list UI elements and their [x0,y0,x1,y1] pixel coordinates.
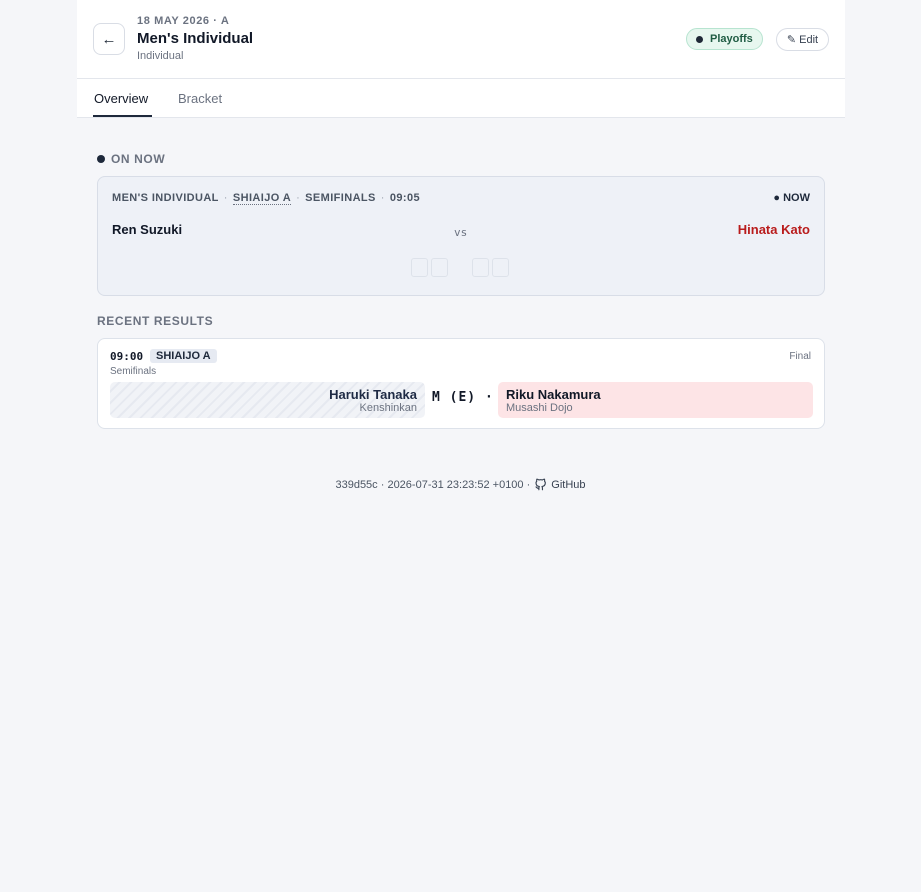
recent-results-heading: RECENT RESULTS [97,314,213,328]
left-competitor-name: Haruki Tanaka [329,387,417,402]
match-court[interactable]: SHIAIJO A [232,192,292,205]
github-label[interactable]: GitHub [551,479,585,491]
result-time: 09:00 [110,350,144,363]
meta-separator: · [380,192,385,204]
left-player-name: Ren Suzuki [112,222,183,237]
result-round: Semifinals [110,366,157,377]
right-competitor: Riku Nakamura Musashi Dojo [498,382,813,418]
arrow-left-icon: ← [101,30,117,48]
result-court-badge: SHIAIJO A [150,349,217,363]
match-meta: MEN'S INDIVIDUAL · SHIAIJO A · SEMIFINAL… [112,192,420,205]
live-dot-icon [97,155,105,163]
match-time: 09:05 [389,192,420,204]
left-competitor-dojo: Kenshinkan [359,402,418,414]
tab-overview[interactable]: Overview [94,91,148,106]
event-meta: 18 MAY 2026 · A [137,15,230,27]
page-title: Men's Individual [137,30,254,47]
score-slot [472,258,489,277]
on-now-label: ON NOW [111,152,166,166]
phase-badge-label: Playoffs [710,33,753,45]
status-dot-icon [696,35,703,43]
on-now-match-card[interactable]: MEN'S INDIVIDUAL · SHIAIJO A · SEMIFINAL… [97,176,825,296]
active-tab-indicator [93,115,152,117]
result-score: M (E) · [432,390,494,405]
right-competitor-dojo: Musashi Dojo [506,402,573,414]
on-now-heading: ON NOW [97,152,165,166]
edit-button[interactable]: ✎ Edit [776,28,829,51]
meta-separator: · [296,192,301,204]
footer: 339d55c · 2026-07-31 23:23:52 +0100 · Gi… [0,478,921,491]
right-player-name: Hinata Kato [737,222,810,237]
github-link[interactable]: GitHub [534,478,586,491]
github-icon [535,478,547,491]
back-button[interactable]: ← [93,23,125,55]
build-info: 339d55c · 2026-07-31 23:23:52 +0100 · [335,478,531,491]
page-container: ← 18 MAY 2026 · A Men's Individual Indiv… [77,0,845,118]
tab-bar: Overview Bracket [77,79,845,118]
left-competitor: Haruki Tanaka Kenshinkan [110,382,425,418]
tab-bracket[interactable]: Bracket [178,91,222,106]
result-status: Final [789,351,811,362]
phase-badge: Playoffs [686,28,763,50]
now-indicator: ● NOW [773,192,810,204]
right-competitor-name: Riku Nakamura [506,387,601,402]
score-slot [492,258,509,277]
score-slot [411,258,428,277]
page-subtitle: Individual [137,50,184,62]
versus-label: vs [454,226,468,239]
recent-results-label: RECENT RESULTS [97,314,214,328]
match-event: MEN'S INDIVIDUAL [112,192,219,204]
score-slot [431,258,448,277]
match-round: SEMIFINALS [305,192,376,204]
page-header: ← 18 MAY 2026 · A Men's Individual Indiv… [77,0,845,79]
meta-separator: · [223,192,228,204]
result-card[interactable]: 09:00 SHIAIJO A Semifinals Final Haruki … [97,338,825,429]
